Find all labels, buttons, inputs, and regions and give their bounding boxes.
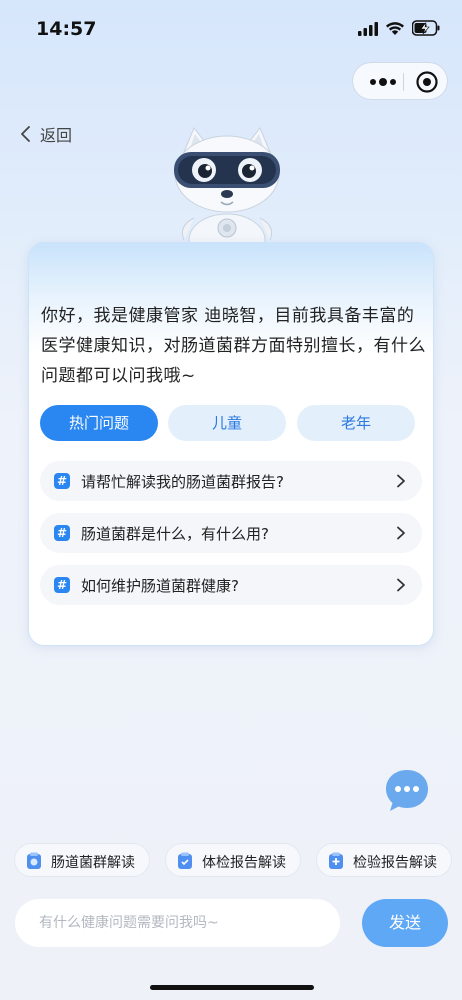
tab-elderly[interactable]: 老年: [297, 405, 415, 441]
chevron-left-icon: [21, 126, 30, 142]
hashtag-icon: #: [54, 525, 70, 541]
quick-action-label: 体检报告解读: [202, 855, 286, 871]
chat-bubble-icon[interactable]: [383, 767, 431, 815]
quick-action-gut-flora[interactable]: 肠道菌群解读: [14, 843, 150, 877]
question-item[interactable]: # 请帮忙解读我的肠道菌群报告?: [40, 461, 422, 501]
quick-action-lab-report[interactable]: 检验报告解读: [316, 843, 452, 877]
report-icon: [27, 852, 41, 869]
back-button[interactable]: 返回: [18, 122, 72, 146]
chevron-right-icon: [397, 578, 405, 592]
send-button[interactable]: 发送: [362, 899, 448, 947]
chevron-right-icon: [397, 474, 405, 488]
question-text: 请帮忙解读我的肠道菌群报告?: [81, 473, 284, 491]
battery-charging-icon: [412, 20, 440, 36]
chevron-right-icon: [397, 526, 405, 540]
question-input[interactable]: [15, 899, 340, 947]
tab-children[interactable]: 儿童: [168, 405, 286, 441]
lab-icon: [329, 852, 343, 869]
close-miniprogram-icon[interactable]: [415, 70, 439, 94]
hashtag-icon: #: [54, 473, 70, 489]
question-category-tabs: 热门问题 儿童 老年: [40, 405, 415, 441]
greeting-message: 你好，我是健康管家 迪晓智，目前我具备丰富的医学健康知识，对肠道菌群方面特别擅长…: [41, 306, 426, 386]
status-bar: 14:57: [0, 0, 462, 56]
status-time: 14:57: [36, 18, 97, 40]
home-indicator: [150, 985, 314, 990]
question-item[interactable]: # 如何维护肠道菌群健康?: [40, 565, 422, 605]
back-label: 返回: [40, 126, 73, 145]
quick-action-label: 检验报告解读: [353, 855, 437, 871]
question-item[interactable]: # 肠道菌群是什么，有什么用?: [40, 513, 422, 553]
checkup-icon: [178, 852, 192, 869]
quick-action-checkup-report[interactable]: 体检报告解读: [165, 843, 301, 877]
assistant-welcome-card: 你好，我是健康管家 迪晓智，目前我具备丰富的医学健康知识，对肠道菌群方面特别擅长…: [28, 242, 434, 646]
question-text: 肠道菌群是什么，有什么用?: [81, 525, 269, 543]
more-icon[interactable]: [367, 73, 399, 91]
hashtag-icon: #: [54, 577, 70, 593]
signal-icon: [358, 22, 378, 36]
capsule-divider: [403, 73, 404, 91]
wifi-icon: [386, 22, 404, 35]
question-text: 如何维护肠道菌群健康?: [81, 577, 239, 595]
miniprogram-capsule: [352, 62, 448, 100]
quick-action-label: 肠道菌群解读: [51, 855, 135, 871]
tab-hot-questions[interactable]: 热门问题: [40, 405, 158, 441]
